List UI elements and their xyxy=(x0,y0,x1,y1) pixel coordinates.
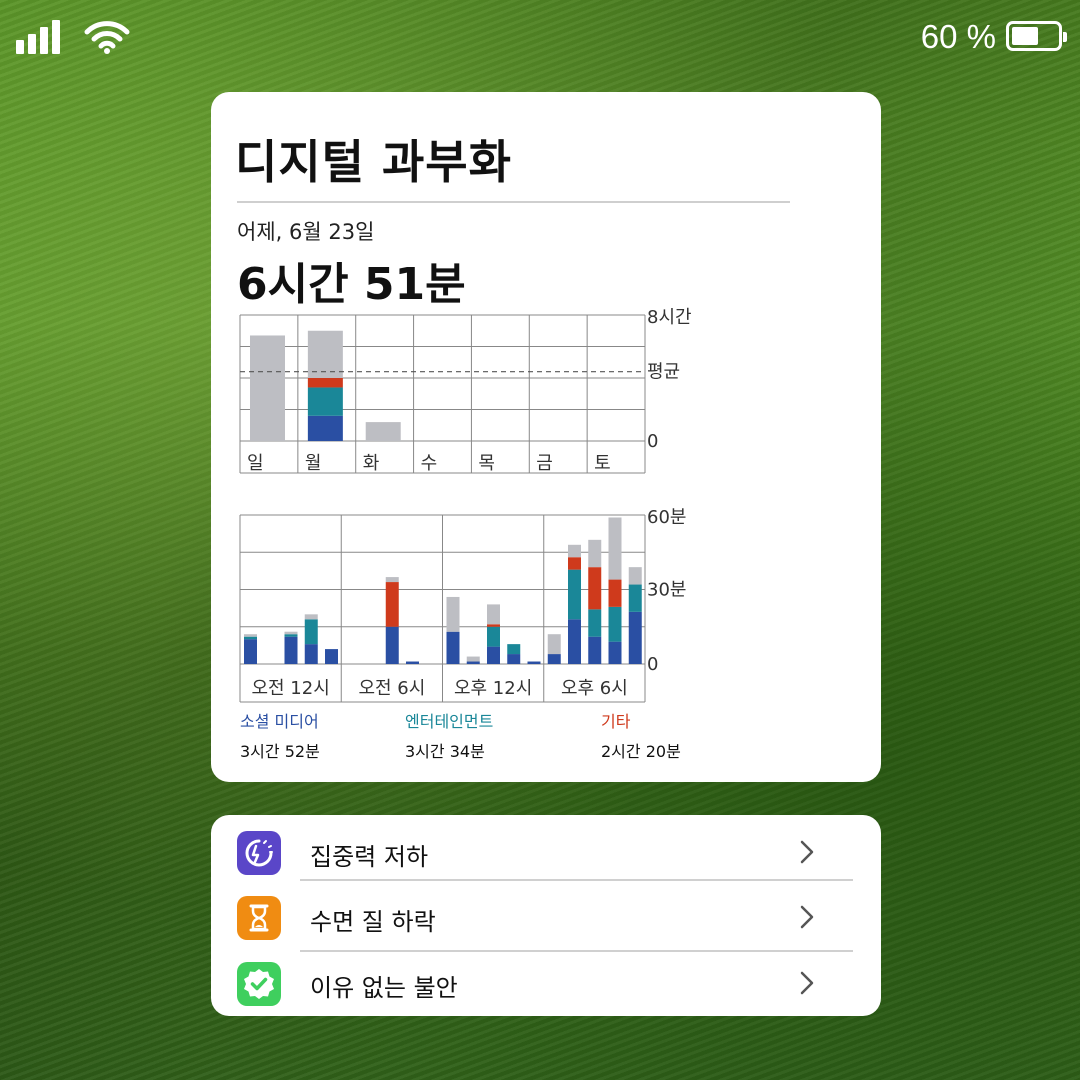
bar-segment-social xyxy=(244,639,257,664)
bar-segment-neutral xyxy=(244,634,257,637)
charts-canvas: 일 월 화 수 목 금 토 8시간평균 0 오전 12시 오전 6시 오후 12시 오후 6시 60분 30… xyxy=(239,307,692,703)
bar-segment-other xyxy=(608,579,622,607)
y-tick-label: 60분 xyxy=(647,507,686,528)
bar-segment-entertainment xyxy=(487,626,500,647)
bar-segment-neutral xyxy=(547,634,561,655)
bar-segment-social xyxy=(608,641,622,664)
bar-segment-social xyxy=(325,649,338,664)
list-item-anxiety[interactable]: 이유 없는 불안 xyxy=(211,950,881,1014)
list-item-label: 이유 없는 불안 xyxy=(310,974,458,1002)
bar-segment-neutral xyxy=(304,614,318,620)
bar-segment-neutral xyxy=(385,577,399,583)
hourglass-icon xyxy=(237,896,281,940)
focus-drop-icon xyxy=(237,831,281,875)
bar-segment-neutral xyxy=(487,604,500,625)
legend-social-media: 소셜 미디어 xyxy=(240,712,319,731)
bar-segment-entertainment xyxy=(568,569,581,620)
badge-check-icon xyxy=(237,962,281,1006)
average-label: 평균 xyxy=(647,362,680,383)
bar-segment-other xyxy=(307,378,343,388)
day-label: 수 xyxy=(421,453,438,474)
bar-segment-neutral xyxy=(284,631,298,635)
bar-segment-entertainment xyxy=(507,644,521,655)
bar-segment-social xyxy=(304,644,318,664)
day-label: 목 xyxy=(478,453,495,474)
bar-segment-neutral xyxy=(446,596,460,632)
bar-segment-neutral xyxy=(307,330,343,378)
bar-segment-social xyxy=(568,619,581,664)
bar-segment-social xyxy=(507,654,521,664)
day-label: 월 xyxy=(305,453,322,474)
list-item-sleep-quality[interactable]: 수면 질 하락 xyxy=(211,884,881,948)
day-label: 일 xyxy=(247,453,264,474)
bar-segment-social xyxy=(466,661,480,664)
battery-level-fill xyxy=(1012,27,1038,45)
bar-segment-entertainment xyxy=(284,634,298,637)
legend-entertainment-value: 3시간 34분 xyxy=(405,742,485,761)
battery-icon xyxy=(1006,21,1067,51)
bar-segment-entertainment xyxy=(244,636,257,640)
legend-entertainment: 엔터테인먼트 xyxy=(405,712,494,731)
bar-segment-other xyxy=(588,567,602,610)
day-label: 금 xyxy=(536,453,553,474)
bar-segment-social xyxy=(307,415,343,441)
bar-segment-social xyxy=(385,626,399,664)
status-bar: 60 % xyxy=(0,0,1080,80)
bar-segment-entertainment xyxy=(628,584,642,612)
y-tick-label: 0 xyxy=(647,431,658,452)
bar-segment-social xyxy=(284,636,298,664)
bar-segment-social xyxy=(406,661,419,664)
bar-segment-entertainment xyxy=(608,606,622,642)
hour-label: 오후 6시 xyxy=(561,678,628,699)
bar-segment-entertainment xyxy=(304,619,318,645)
legend-social-media-value: 3시간 52분 xyxy=(240,742,320,761)
digital-overload-card: 디지털 과부화 어제, 6월 23일 6시간 51분 일 월 화 수 목 금 토 8시간 평균 0… xyxy=(211,92,881,782)
bar-segment-social xyxy=(628,611,642,664)
wifi-icon xyxy=(84,21,130,54)
hour-label: 오전 6시 xyxy=(358,678,425,699)
bar-segment-entertainment xyxy=(307,387,343,416)
legend-other-value: 2시간 20분 xyxy=(601,742,681,761)
bar-segment-other xyxy=(487,624,500,627)
bar-segment-neutral xyxy=(466,656,480,662)
cellular-signal-icon xyxy=(16,20,62,54)
bar-segment-neutral xyxy=(608,517,622,580)
list-item-focus-loss[interactable]: 집중력 저하 xyxy=(211,819,881,883)
bar-segment-social xyxy=(588,636,602,664)
bar-segment-neutral xyxy=(568,544,581,558)
day-label: 토 xyxy=(594,453,611,474)
bar-segment-social xyxy=(446,631,460,664)
bar-segment-neutral xyxy=(588,539,602,568)
list-item-label: 집중력 저하 xyxy=(310,843,429,871)
y-tick-label: 8시간 xyxy=(647,307,692,328)
chevron-right-icon xyxy=(800,905,814,929)
legend-other: 기타 xyxy=(601,712,631,731)
y-tick-label: 0 xyxy=(647,654,658,675)
chevron-right-icon xyxy=(800,840,814,864)
bar-segment-social xyxy=(487,646,500,664)
hour-label: 오후 12시 xyxy=(454,678,532,699)
y-tick-label: 30분 xyxy=(647,580,686,601)
battery-percentage: 60 % xyxy=(920,18,996,55)
effects-list: 집중력 저하 수면 질 하락 이유 없는 불안 xyxy=(211,815,881,1016)
chevron-right-icon xyxy=(800,971,814,995)
bar-segment-social xyxy=(547,654,561,664)
bar-segment-social xyxy=(527,661,541,664)
day-label: 화 xyxy=(363,453,380,474)
bar-segment-entertainment xyxy=(588,609,602,637)
bar-segment-other xyxy=(568,557,581,570)
list-item-label: 수면 질 하락 xyxy=(310,908,436,936)
bar-segment-neutral xyxy=(628,567,642,585)
bar-segment-neutral xyxy=(365,422,401,441)
bar-segment-neutral xyxy=(250,335,285,441)
hour-label: 오전 12시 xyxy=(251,678,329,699)
list-divider xyxy=(300,879,853,881)
bar-segment-other xyxy=(385,582,399,627)
